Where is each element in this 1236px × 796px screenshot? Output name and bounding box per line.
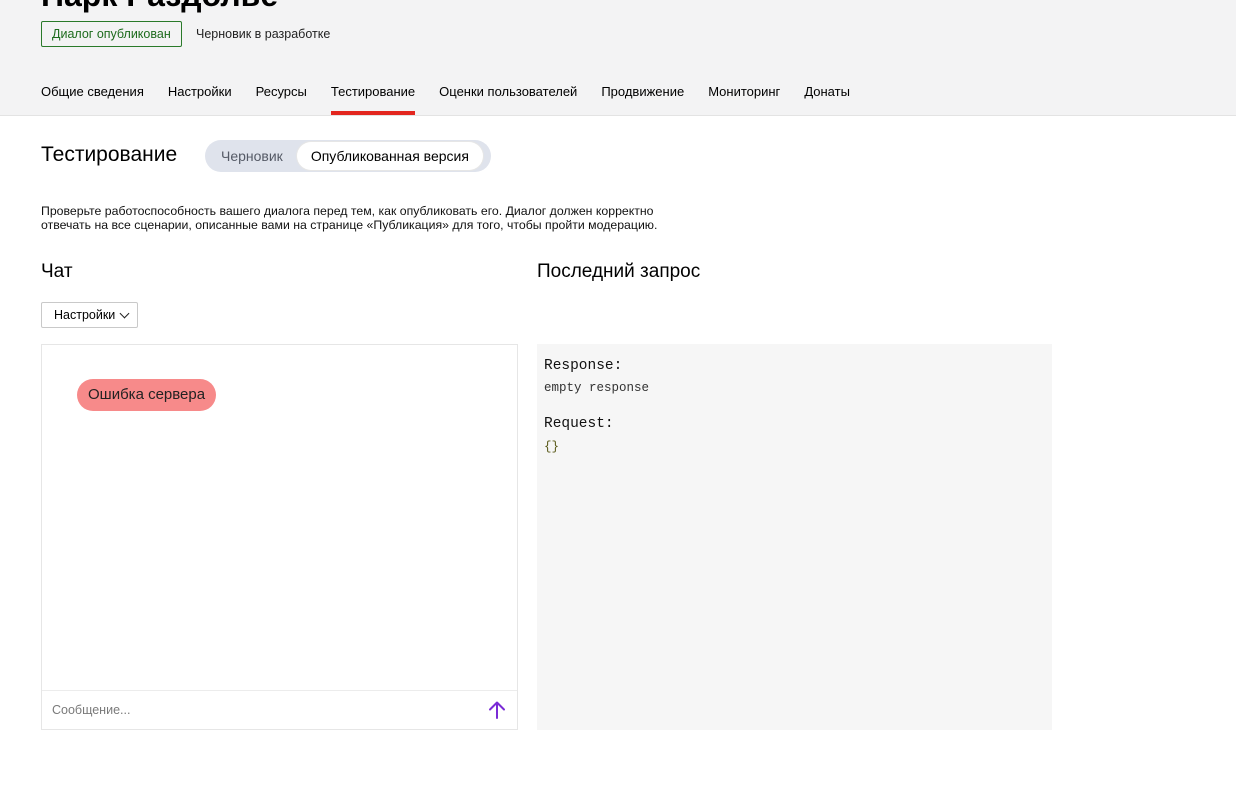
description-line: отвечать на все сценарии, описанные вами…: [41, 218, 658, 232]
header: Парк Раздолье Диалог опубликован Чернови…: [0, 0, 1236, 116]
testing-description: Проверьте работоспособность вашего диало…: [41, 204, 681, 232]
tab-promotion[interactable]: Продвижение: [601, 75, 684, 115]
tab-bar: Общие сведения Настройки Ресурсы Тестиро…: [41, 75, 874, 115]
tab-monitoring[interactable]: Мониторинг: [708, 75, 780, 115]
switch-option-draft[interactable]: Черновик: [207, 142, 297, 170]
tab-general[interactable]: Общие сведения: [41, 75, 144, 115]
tab-testing[interactable]: Тестирование: [330, 75, 416, 115]
last-request-panel: Response: empty response Request: {}: [537, 344, 1052, 730]
chat-message-error: Ошибка сервера: [77, 379, 217, 411]
description-line: Проверьте работоспособность вашего диало…: [41, 204, 654, 218]
chat-input-bar: [42, 690, 517, 729]
chevron-down-icon: [119, 308, 130, 318]
tab-user-ratings[interactable]: Оценки пользователей: [439, 75, 577, 115]
status-badge: Диалог опубликован: [41, 21, 182, 47]
send-button[interactable]: [485, 698, 509, 722]
draft-status: Черновик в разработке: [196, 27, 331, 41]
chat-window: Ошибка сервера: [41, 344, 518, 730]
chat-title: Чат: [41, 261, 73, 282]
chat-settings-dropdown[interactable]: Настройки: [41, 302, 138, 328]
response-label: Response:: [544, 358, 623, 374]
switch-option-published[interactable]: Опубликованная версия: [296, 142, 483, 170]
chat-settings-label: Настройки: [54, 308, 116, 322]
response-value: empty response: [544, 381, 650, 395]
message-input[interactable]: [42, 691, 472, 729]
tab-donations[interactable]: Донаты: [804, 75, 850, 115]
page-title: Тестирование: [41, 143, 178, 166]
arrow-up-icon: [489, 701, 505, 719]
tab-resources[interactable]: Ресурсы: [256, 75, 307, 115]
app-title: Парк Раздолье: [41, 0, 278, 11]
tab-settings[interactable]: Настройки: [168, 75, 232, 115]
version-switch: Черновик Опубликованная версия: [205, 140, 491, 172]
request-value: {}: [544, 440, 560, 454]
last-request-title: Последний запрос: [537, 261, 701, 282]
request-label: Request:: [544, 416, 614, 432]
